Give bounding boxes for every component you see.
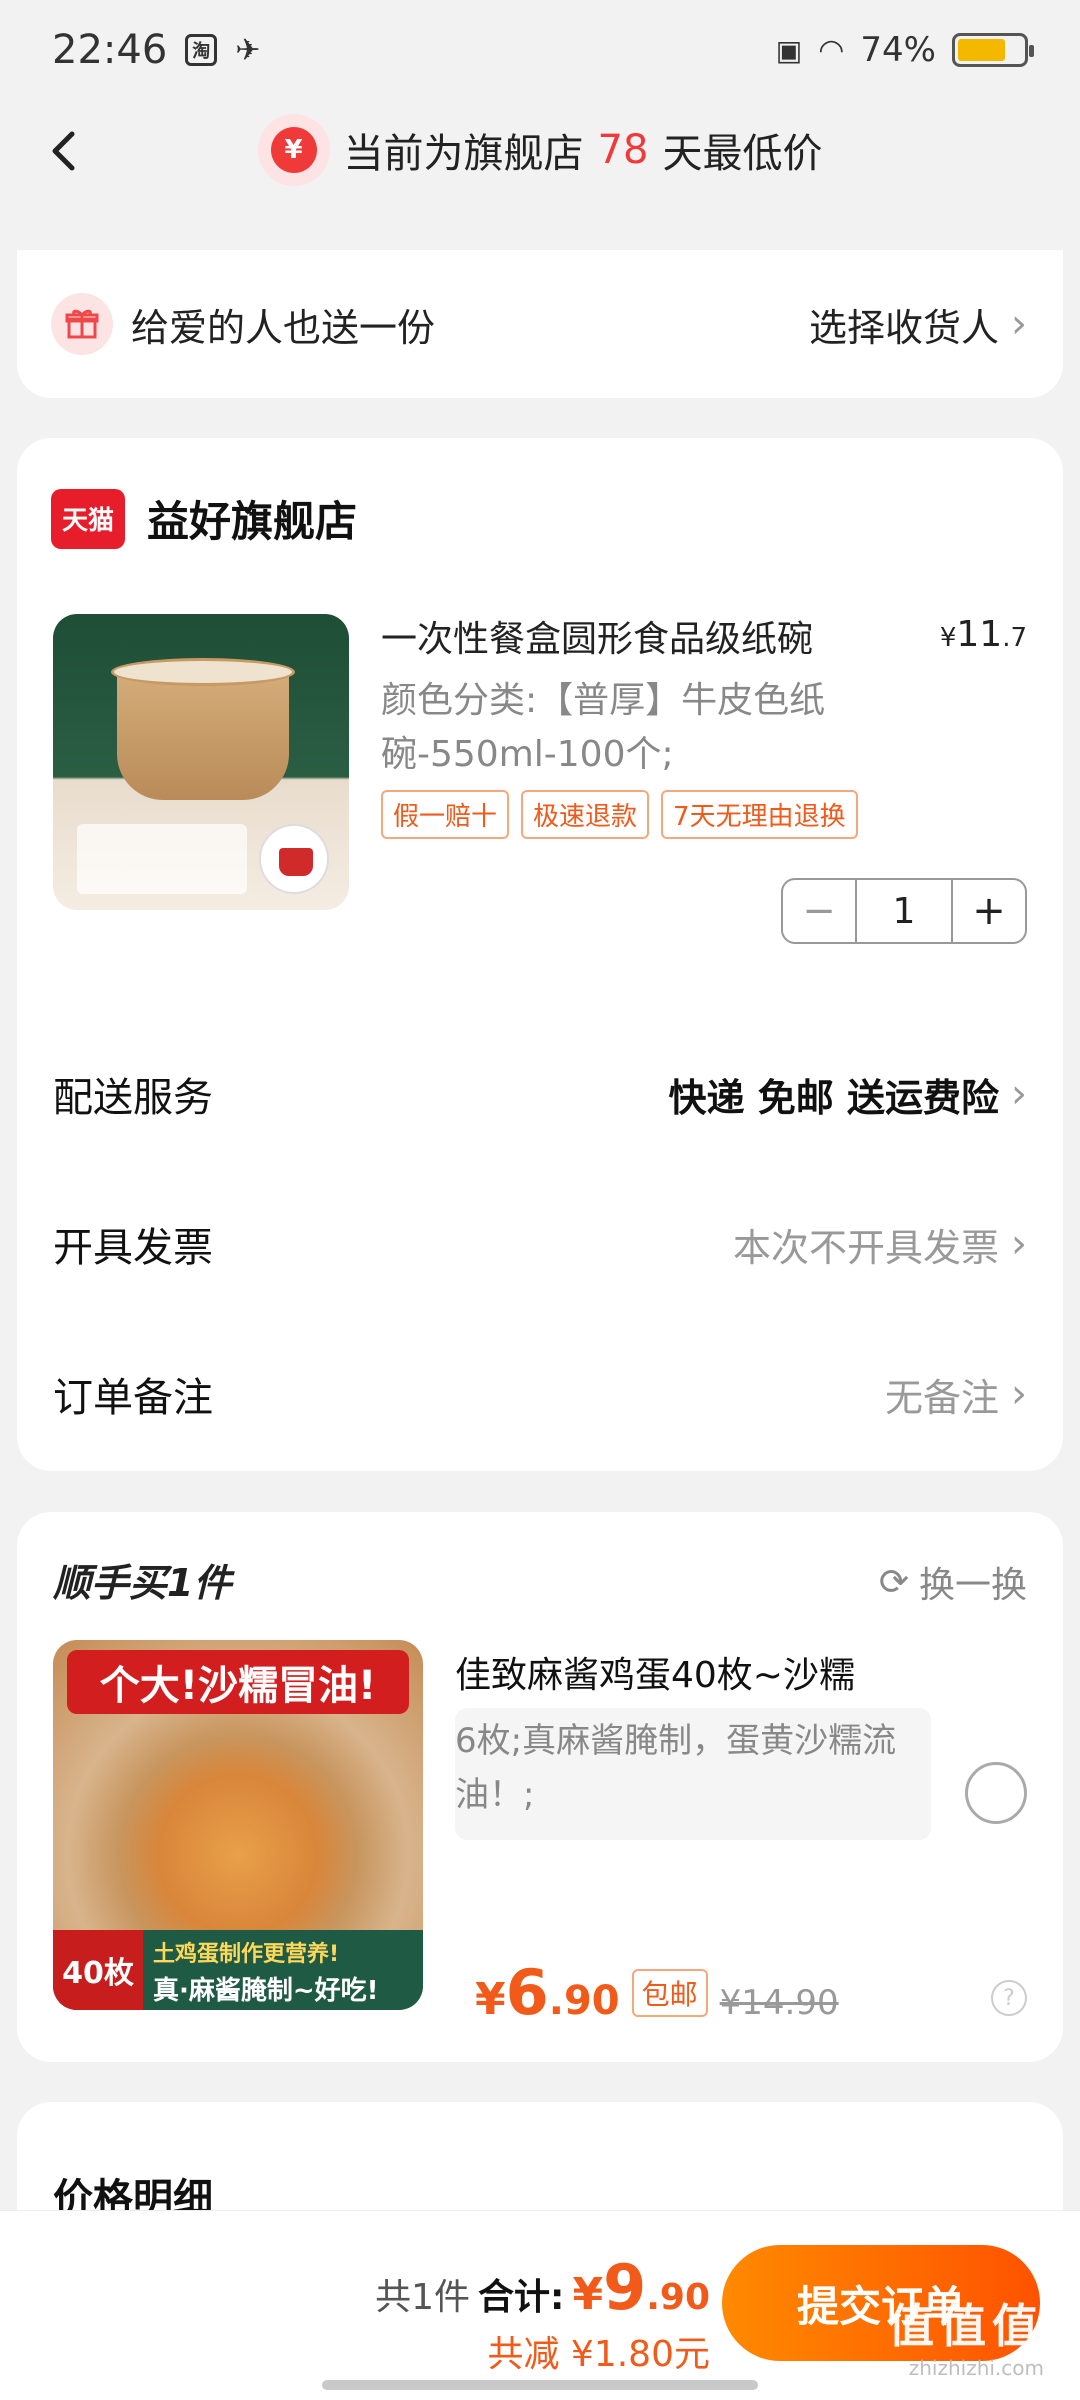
delivery-value: 快递 免邮 送运费险 — [668, 1075, 999, 1120]
tmall-logo: 天猫 — [51, 488, 125, 549]
total-label: 合计: — [478, 2277, 565, 2318]
invoice-label: 开具发票 — [53, 1225, 213, 1271]
delivery-row[interactable]: 配送服务 快递 免邮 送运费险 › — [53, 1064, 1027, 1124]
free-shipping-badge: 包邮 — [631, 1968, 708, 2017]
order-note-row[interactable]: 订单备注 无备注 › — [53, 1364, 1027, 1424]
price-badge-icon: ¥ — [257, 114, 330, 186]
sim-icon: ▣ — [775, 33, 803, 67]
addon-image-banner: 个大!沙糯冒油! — [67, 1650, 409, 1714]
addon-original-price: ¥14.90 — [719, 1983, 839, 2023]
order-card: 天猫 益好旗舰店 一次性餐盒圆形食品级纸碗 ¥11.7 颜色分类:【普厚】牛皮色… — [17, 438, 1063, 1471]
total-line: 共1件 合计: ¥9.90 — [375, 2251, 710, 2324]
back-arrow-icon — [52, 131, 75, 171]
refresh-icon: ⟳ — [878, 1561, 909, 1603]
bird-notification-icon: ✈ — [235, 32, 261, 68]
total-saving: 共减 ¥1.80元 — [487, 2334, 710, 2375]
tag-seven-day-return: 7天无理由退换 — [661, 790, 858, 839]
watermark: 值值值 zhizhizhi.com — [888, 2299, 1044, 2380]
service-tags: 假一赔十 极速退款 7天无理由退换 — [381, 790, 858, 839]
back-button[interactable] — [40, 126, 90, 176]
wifi-icon: ◠ — [818, 32, 845, 68]
addon-price: ¥6.90 — [475, 1956, 620, 2029]
quantity-value[interactable]: 1 — [855, 880, 953, 942]
delivery-label: 配送服务 — [53, 1075, 213, 1121]
addon-select-radio[interactable] — [965, 1762, 1027, 1824]
nav-bar: ¥ 当前为旗舰店 78 天最低价 — [0, 100, 1080, 200]
gift-icon — [51, 293, 113, 355]
product-spec[interactable]: 颜色分类:【普厚】牛皮色纸碗-550ml-100个; — [381, 674, 921, 782]
battery-icon — [952, 33, 1034, 67]
product-price: ¥11.7 — [939, 614, 1027, 655]
taobao-notification-icon: 淘 — [185, 34, 218, 66]
item-count: 共1件 — [375, 2277, 471, 2318]
order-note-label: 订单备注 — [53, 1375, 213, 1421]
lowest-price-banner: ¥ 当前为旗舰店 78 天最低价 — [257, 114, 823, 186]
store-header[interactable]: 天猫 益好旗舰店 — [51, 488, 357, 549]
swap-button[interactable]: ⟳ 换一换 — [879, 1556, 1027, 1608]
gift-label: 给爱的人也送一份 — [131, 305, 436, 350]
chevron-right-icon: › — [1011, 1221, 1027, 1267]
addon-title: 顺手买1件 — [53, 1561, 232, 1605]
select-recipient-label: 选择收货人 — [808, 305, 999, 350]
addon-card: 顺手买1件 ⟳ 换一换 个大!沙糯冒油! 40枚 土鸡蛋制作更营养! 真·麻酱腌… — [17, 1512, 1063, 2062]
checkout-bar: 共1件 合计: ¥9.90 共减 ¥1.80元 提交订单 值值值 zhizhiz… — [0, 2210, 1080, 2400]
decrease-quantity-button[interactable]: − — [783, 880, 855, 942]
chevron-right-icon: › — [1011, 1071, 1027, 1117]
product-image[interactable] — [53, 614, 349, 910]
invoice-value: 本次不开具发票 — [732, 1225, 999, 1270]
addon-product-name[interactable]: 佳致麻酱鸡蛋40枚~沙糯 — [455, 1646, 855, 1698]
status-bar: 22:46 淘 ✈ ▣ ◠ 74% — [0, 0, 1080, 100]
order-note-value: 无备注 — [884, 1375, 999, 1420]
addon-image-subtitle: 土鸡蛋制作更营养! — [153, 1942, 340, 1967]
addon-image-count: 40枚 — [53, 1930, 143, 2010]
chevron-right-icon: › — [1011, 1371, 1027, 1417]
nav-title-prefix: 当前为旗舰店 — [343, 131, 584, 177]
swap-label: 换一换 — [918, 1565, 1027, 1606]
addon-product-desc: 6枚;真麻酱腌制，蛋黄沙糯流油！; — [455, 1708, 931, 1840]
addon-product-image[interactable]: 个大!沙糯冒油! 40枚 土鸡蛋制作更营养! 真·麻酱腌制~好吃! — [53, 1640, 423, 2010]
battery-percent: 74% — [860, 30, 936, 70]
gift-card[interactable]: 给爱的人也送一份 选择收货人 › — [17, 250, 1063, 398]
select-recipient-link[interactable]: 选择收货人 › — [809, 297, 1027, 352]
chevron-right-icon: › — [1011, 301, 1027, 347]
increase-quantity-button[interactable]: + — [953, 880, 1025, 942]
nav-title-suffix: 天最低价 — [662, 131, 823, 177]
nav-days: 78 — [597, 127, 649, 173]
total-price: ¥9.90 — [572, 2251, 710, 2324]
addon-price-row: ¥6.90 包邮 ¥14.90 — [475, 1956, 839, 2029]
store-name: 益好旗舰店 — [147, 497, 358, 546]
invoice-row[interactable]: 开具发票 本次不开具发票 › — [53, 1214, 1027, 1274]
quantity-stepper: − 1 + — [781, 878, 1027, 944]
tag-fast-refund: 极速退款 — [521, 790, 650, 839]
addon-image-tagline: 真·麻酱腌制~好吃! — [153, 1976, 379, 2006]
tag-fake-compensation: 假一赔十 — [381, 790, 510, 839]
help-icon[interactable]: ? — [991, 1980, 1027, 2016]
home-indicator[interactable] — [322, 2380, 758, 2390]
status-time: 22:46 — [52, 27, 168, 73]
product-title[interactable]: 一次性餐盒圆形食品级纸碗 — [381, 610, 813, 662]
